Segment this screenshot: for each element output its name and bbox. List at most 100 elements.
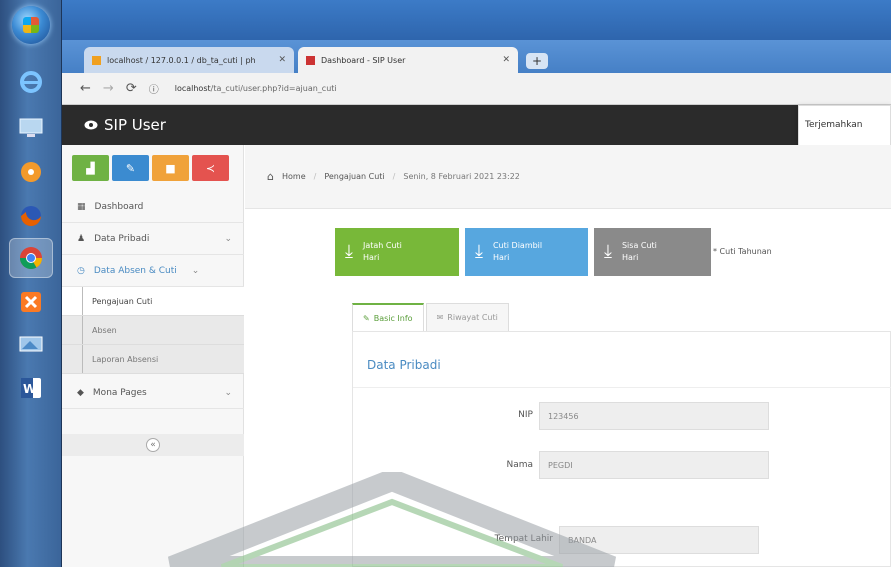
edit-icon: ✎ bbox=[363, 313, 370, 323]
sidebar-subitem-label: Laporan Absensi bbox=[92, 354, 159, 364]
sidebar-item-dashboard[interactable]: ▦ Dashboard bbox=[62, 191, 244, 223]
nip-field[interactable]: 123456 bbox=[539, 402, 769, 430]
shortcut-settings-button[interactable]: ≺ bbox=[192, 155, 229, 181]
sidebar-subitem-label: Pengajuan Cuti bbox=[92, 296, 153, 306]
sidebar-item-mona-pages[interactable]: ◆ Mona Pages ⌄ bbox=[62, 377, 244, 409]
windows-start-button[interactable] bbox=[12, 6, 50, 44]
forward-icon[interactable]: → bbox=[103, 81, 114, 96]
sidebar-subitem-pengajuan-cuti[interactable]: Pengajuan Cuti bbox=[62, 287, 244, 316]
share-icon: ≺ bbox=[205, 161, 216, 175]
brand-title: SIP User bbox=[104, 116, 166, 134]
download-icon: ⤓ bbox=[475, 241, 483, 262]
sidebar: ▟ ✎ ■ ≺ ▦ Dashboard ♟ Data Pribadi ⌄ ◷ D… bbox=[62, 145, 244, 567]
chrome-icon[interactable] bbox=[9, 238, 53, 278]
download-icon: ⤓ bbox=[345, 241, 353, 262]
users-icon: ■ bbox=[165, 161, 176, 175]
main-content: ⌂ Home / Pengajuan Cuti / Senin, 8 Febru… bbox=[245, 145, 891, 567]
sidebar-item-data-pribadi[interactable]: ♟ Data Pribadi ⌄ bbox=[62, 223, 244, 255]
panel-title: Data Pribadi bbox=[367, 358, 441, 372]
remote-desktop-icon[interactable] bbox=[9, 326, 53, 366]
history-icon: ✉ bbox=[436, 313, 444, 322]
media-player-icon[interactable] bbox=[9, 152, 53, 192]
tempat-lahir-label: Tempat Lahir bbox=[494, 534, 553, 544]
brand[interactable]: SIP User bbox=[84, 116, 166, 134]
sidebar-subitem-laporan-absensi[interactable]: Laporan Absensi bbox=[62, 345, 244, 374]
new-tab-button[interactable]: + bbox=[526, 53, 548, 69]
cuti-diambil-button[interactable]: ⤓ Cuti Diambil Hari bbox=[465, 228, 588, 276]
info-icon: ⓘ bbox=[148, 85, 159, 96]
sidebar-item-label: Data Absen & Cuti bbox=[93, 265, 177, 276]
window-titlebar bbox=[62, 0, 891, 40]
sidebar-item-absen-cuti[interactable]: ◷ Data Absen & Cuti ⌄ bbox=[62, 255, 244, 287]
jatah-cuti-button[interactable]: ⤓ Jatah Cuti Hari bbox=[335, 228, 459, 276]
tag-icon: ◆ bbox=[77, 387, 84, 398]
chart-icon: ▟ bbox=[86, 161, 95, 175]
sidebar-item-label: Data Pribadi bbox=[94, 233, 150, 244]
close-tab-icon[interactable]: ✕ bbox=[278, 55, 286, 65]
action-sub: Hari bbox=[621, 253, 639, 262]
breadcrumb-home[interactable]: Home bbox=[282, 172, 306, 181]
tab-label: Riwayat Cuti bbox=[447, 313, 498, 322]
chevron-down-icon: ⌄ bbox=[191, 265, 200, 276]
tab-riwayat-cuti[interactable]: ✉ Riwayat Cuti bbox=[425, 303, 509, 331]
windows-taskbar: W bbox=[0, 0, 62, 567]
url-path: /ta_cuti/user.php?id=ajuan_cuti bbox=[210, 84, 337, 93]
app-header: SIP User bbox=[62, 105, 891, 145]
basic-info-panel: Data Pribadi NIP 123456 Nama PEGDI Tempa… bbox=[352, 331, 891, 567]
tab-label: localhost / 127.0.0.1 / db_ta_cuti | ph bbox=[107, 55, 256, 65]
desktop-icon[interactable] bbox=[9, 108, 53, 148]
nama-field[interactable]: PEGDI bbox=[539, 451, 769, 479]
shortcut-stats-button[interactable]: ▟ bbox=[72, 155, 109, 181]
reload-icon[interactable]: ⟳ bbox=[126, 81, 137, 96]
translate-label: Terjemahkan bbox=[805, 120, 863, 130]
action-title: Sisa Cuti bbox=[621, 241, 657, 250]
word-icon[interactable]: W bbox=[9, 368, 53, 408]
back-icon[interactable]: ← bbox=[80, 81, 91, 96]
sidebar-subitem-absen[interactable]: Absen bbox=[62, 316, 244, 345]
action-title: Jatah Cuti bbox=[362, 241, 402, 250]
shortcut-users-button[interactable]: ■ bbox=[152, 155, 189, 181]
close-tab-icon[interactable]: ✕ bbox=[502, 55, 510, 65]
action-sub: Hari bbox=[492, 253, 510, 262]
address-bar-row: ← → ⟳ ⓘ localhost/ta_cuti/user.php?id=aj… bbox=[62, 73, 891, 105]
eye-icon bbox=[84, 120, 98, 130]
download-icon: ⤓ bbox=[604, 241, 612, 262]
svg-text:W: W bbox=[23, 382, 36, 396]
double-chevron-icon: « bbox=[146, 438, 160, 452]
breadcrumb: ⌂ Home / Pengajuan Cuti / Senin, 8 Febru… bbox=[245, 145, 891, 209]
tempat-lahir-field[interactable]: BANDA bbox=[559, 526, 759, 554]
sidebar-subitem-label: Absen bbox=[92, 325, 117, 335]
tab-strip: localhost / 127.0.0.1 / db_ta_cuti | ph … bbox=[62, 40, 891, 73]
sidebar-item-label: Dashboard bbox=[94, 201, 144, 212]
tab-dashboard[interactable]: Dashboard - SIP User ✕ bbox=[298, 47, 518, 73]
nama-label: Nama bbox=[506, 460, 533, 470]
phpmyadmin-favicon-icon bbox=[92, 55, 101, 65]
nip-label: NIP bbox=[518, 410, 533, 420]
tab-label: Basic Info bbox=[373, 313, 413, 323]
user-icon: ♟ bbox=[77, 233, 86, 244]
xampp-icon[interactable] bbox=[9, 282, 53, 322]
page-favicon-icon bbox=[306, 55, 315, 65]
chevron-down-icon: ⌄ bbox=[224, 387, 232, 398]
tab-phpmyadmin[interactable]: localhost / 127.0.0.1 / db_ta_cuti | ph … bbox=[84, 47, 294, 73]
sidebar-collapse-toggle[interactable]: « bbox=[62, 434, 244, 456]
url-host: localhost bbox=[174, 84, 211, 93]
breadcrumb-section[interactable]: Pengajuan Cuti bbox=[324, 172, 384, 181]
url-field[interactable]: localhost/ta_cuti/user.php?id=ajuan_cuti bbox=[175, 84, 337, 93]
chevron-down-icon: ⌄ bbox=[224, 233, 232, 244]
action-sub: Hari bbox=[362, 253, 380, 262]
tab-basic-info[interactable]: ✎ Basic Info bbox=[352, 303, 424, 331]
shortcut-edit-button[interactable]: ✎ bbox=[112, 155, 149, 181]
internet-explorer-icon[interactable] bbox=[9, 62, 53, 102]
breadcrumb-current: Senin, 8 Februari 2021 23:22 bbox=[403, 172, 520, 181]
sidebar-shortcuts: ▟ ✎ ■ ≺ bbox=[72, 155, 229, 181]
chrome-window: localhost / 127.0.0.1 / db_ta_cuti | ph … bbox=[62, 0, 891, 567]
pencil-icon: ✎ bbox=[125, 161, 136, 175]
firefox-icon[interactable] bbox=[9, 196, 53, 236]
action-title: Cuti Diambil bbox=[492, 241, 543, 250]
home-icon: ⌂ bbox=[267, 170, 274, 183]
dashboard-icon: ▦ bbox=[77, 201, 86, 212]
sisa-cuti-button[interactable]: ⤓ Sisa Cuti Hari bbox=[594, 228, 711, 276]
profile-tabs: ✎ Basic Info ✉ Riwayat Cuti bbox=[352, 303, 509, 331]
tab-label: Dashboard - SIP User bbox=[321, 55, 406, 65]
